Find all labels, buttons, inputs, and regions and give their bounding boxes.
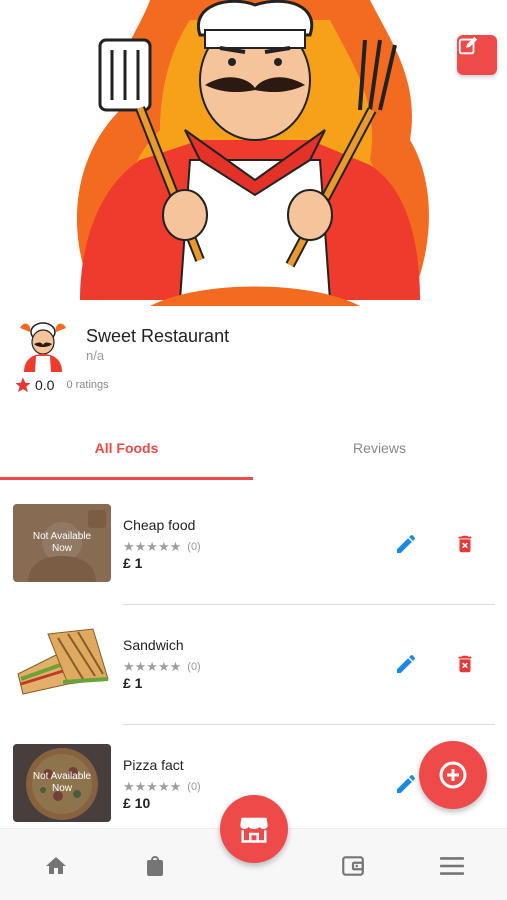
restaurant-name: Sweet Restaurant [86,326,230,346]
delete-food-button[interactable] [451,650,479,678]
pencil-icon [397,654,416,673]
nav-wallet[interactable] [338,851,368,881]
food-rating: ★★★★★ (0) [123,539,201,555]
rating-stars: ★★★★★ [123,779,182,794]
divider [123,604,495,605]
food-rating: ★★★★★ (0) [123,659,201,675]
food-price: £ 1 [123,675,143,691]
edit-food-button[interactable] [392,530,420,558]
food-price: £ 1 [123,555,143,571]
store-icon [240,817,268,843]
restaurant-info: Sweet Restaurant n/a 0.0 0 ratings [0,306,507,416]
restaurant-address: n/a [86,348,105,363]
plus-circle-icon [439,761,467,789]
food-name: Sandwich [123,637,184,653]
food-item-cheap-food[interactable]: Not Available Now Cheap food ★★★★★ (0) £… [0,490,507,610]
tab-all-foods[interactable]: All Foods [0,428,253,480]
not-available-overlay: Not Available Now [13,504,111,582]
review-count: (0) [187,661,201,673]
food-price: £ 10 [123,795,151,811]
delete-food-button[interactable] [451,530,479,558]
nav-home[interactable] [41,851,71,881]
nav-menu[interactable] [437,851,467,881]
add-food-button[interactable] [419,741,487,809]
not-available-overlay: Not Available Now [13,744,111,822]
tab-bar: All Foods Reviews [0,428,507,480]
rating-summary: 0.0 0 ratings [14,376,109,394]
food-rating: ★★★★★ (0) [123,779,201,795]
rating-stars: ★★★★★ [123,659,182,674]
food-name: Pizza fact [123,757,184,773]
edit-food-button[interactable] [392,650,420,678]
tab-indicator [0,477,253,480]
food-item-sandwich[interactable]: Sandwich ★★★★★ (0) £ 1 [0,610,507,730]
store-button[interactable] [220,795,288,863]
pencil-icon [397,534,416,553]
trash-icon [458,535,472,553]
home-icon [46,857,66,874]
review-count: (0) [187,541,201,553]
menu-icon [440,857,464,875]
chef-avatar-image: Not Available Now [13,504,111,582]
shopping-bag-icon [147,856,163,876]
edit-square-icon [458,36,478,55]
sandwich-image [13,624,111,702]
cover-image [0,0,507,306]
restaurant-logo [20,322,66,372]
edit-food-button[interactable] [392,770,420,798]
nav-orders[interactable] [140,851,170,881]
chef-mascot-illustration [76,0,429,306]
pizza-image: Not Available Now [13,744,111,822]
pencil-icon [397,774,416,793]
review-count: (0) [187,781,201,793]
star-icon [15,377,31,393]
edit-restaurant-button[interactable] [457,35,497,75]
wallet-icon [342,856,364,876]
trash-icon [458,655,472,673]
rating-stars: ★★★★★ [123,539,182,554]
food-name: Cheap food [123,517,196,533]
divider [123,724,495,725]
rating-value: 0.0 [35,377,55,393]
ratings-count: 0 ratings [66,379,109,391]
tab-reviews[interactable]: Reviews [253,428,506,480]
